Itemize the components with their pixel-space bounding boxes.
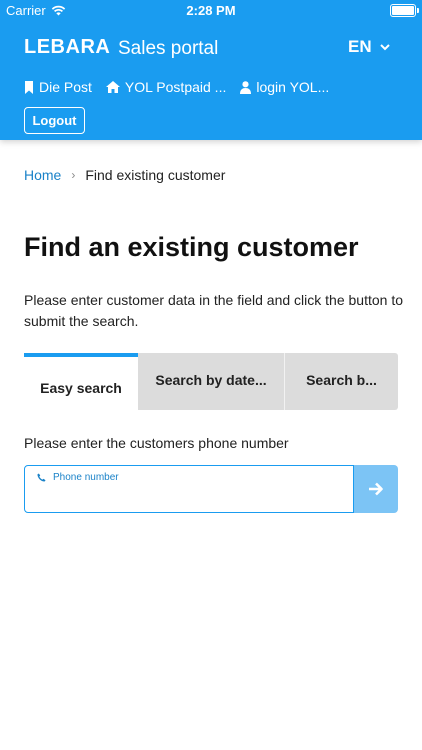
language-label: EN [348,37,372,56]
status-bar: Carrier 2:28 PM [0,0,422,22]
phone-field-label-text: Phone number [53,472,119,483]
page-title: Find an existing customer [24,232,359,262]
phone-number-field[interactable]: Phone number [24,465,354,513]
nav-item-die-post[interactable]: Die Post [24,79,92,95]
header-nav: Die Post YOL Postpaid ... login YOL... [24,79,329,95]
nav-item-label: YOL Postpaid ... [124,79,227,95]
search-instruction: Please enter the customers phone number [24,435,289,451]
language-selector[interactable]: EN [348,37,390,57]
phone-icon [37,473,46,482]
search-tabs: Easy search Search by date... Search b..… [24,353,398,410]
clock: 2:28 PM [186,3,236,18]
arrow-right-icon [369,482,383,496]
nav-item-login[interactable]: login YOL... [240,79,329,95]
chevron-down-icon [379,43,390,50]
nav-item-label: Die Post [39,79,92,95]
battery-icon [390,4,419,17]
user-icon [240,80,252,94]
search-submit-button[interactable] [354,465,398,513]
tab-search-by-other[interactable]: Search b... [285,353,398,410]
breadcrumb: Home › Find existing customer [24,167,225,183]
phone-field-label: Phone number [37,472,119,483]
chevron-right-icon: › [71,168,76,182]
nav-item-yol-postpaid[interactable]: YOL Postpaid ... [105,79,227,95]
home-icon [105,81,120,93]
nav-item-label: login YOL... [256,79,330,95]
page-intro: Please enter customer data in the field … [24,292,404,329]
phone-number-input[interactable] [37,488,337,508]
portal-title: Sales portal [118,38,219,59]
breadcrumb-home-link[interactable]: Home [24,167,61,183]
tab-easy-search[interactable]: Easy search [24,353,138,410]
logout-button[interactable]: Logout [24,107,85,134]
breadcrumb-current: Find existing customer [85,167,226,183]
app-header: Carrier 2:28 PM LEBARA Sales portal EN D… [0,0,422,140]
tab-search-by-date[interactable]: Search by date... [138,353,285,410]
brand-logo: LEBARA [24,36,111,58]
bookmark-icon [25,80,33,94]
